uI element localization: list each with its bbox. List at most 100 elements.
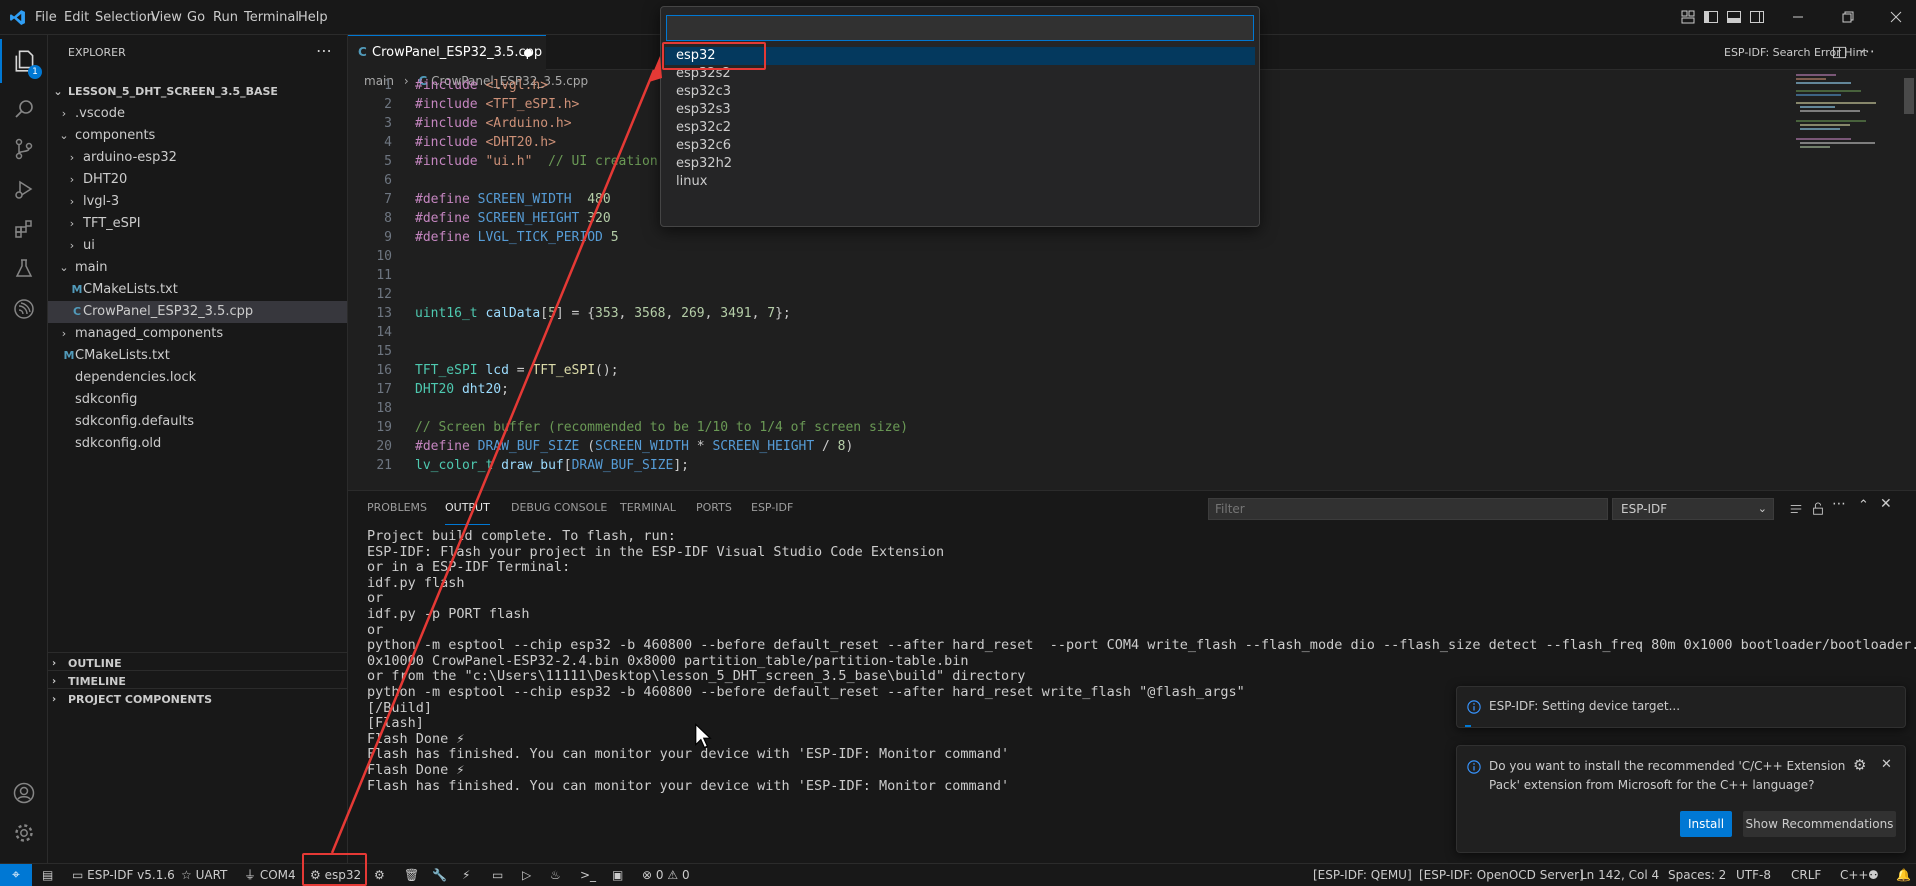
clear-output-icon[interactable]	[1789, 502, 1803, 516]
target-option-esp32c3[interactable]: esp32c3	[665, 83, 1255, 101]
tree-item[interactable]: › TFT_eSPI	[48, 213, 347, 235]
lock-scroll-icon[interactable]	[1811, 502, 1825, 516]
flash-method-item[interactable]: ☆ UART	[181, 864, 227, 886]
notification-gear-icon[interactable]: ⚙	[1853, 756, 1866, 774]
build-wrench-icon[interactable]: 🔧	[432, 864, 447, 886]
target-option-esp32c2[interactable]: esp32c2	[665, 119, 1255, 137]
minimap[interactable]	[1788, 70, 1898, 400]
menu-terminal[interactable]: Terminal	[244, 0, 299, 35]
tree-item[interactable]: sdkconfig.defaults	[48, 411, 347, 433]
menu-go[interactable]: Go	[187, 0, 205, 35]
menu-selection[interactable]: Selection	[95, 0, 155, 35]
problems-item[interactable]: ⊗ 0 ⚠ 0	[642, 864, 690, 886]
editor-scrollbar[interactable]	[1904, 78, 1914, 114]
port-item[interactable]: ⏚ COM4	[244, 864, 296, 886]
indentation-item[interactable]: Spaces: 2	[1668, 864, 1726, 886]
tree-item[interactable]: sdkconfig	[48, 389, 347, 411]
more-actions-icon[interactable]: ⋯	[1860, 35, 1875, 68]
project-folder[interactable]: ⌄ LESSON_5_DHT_SCREEN_3.5_BASE	[48, 81, 347, 103]
tree-item[interactable]: › DHT20	[48, 169, 347, 191]
customize-layout-icon[interactable]	[1680, 9, 1696, 25]
menu-run[interactable]: Run	[213, 0, 238, 35]
tab-problems[interactable]: PROBLEMS	[367, 491, 427, 525]
tree-item[interactable]: dependencies.lock	[48, 367, 347, 389]
toggle-primary-sidebar-icon[interactable]	[1703, 9, 1719, 25]
run-debug-activity[interactable]	[0, 167, 48, 211]
menu-edit[interactable]: Edit	[64, 0, 89, 35]
tree-item[interactable]: › ui	[48, 235, 347, 257]
close-panel-icon[interactable]: ✕	[1880, 496, 1892, 512]
maximize-panel-icon[interactable]: ⌃	[1858, 498, 1869, 513]
cursor-position-item[interactable]: Ln 142, Col 4	[1580, 864, 1659, 886]
tree-item[interactable]: › managed_components	[48, 323, 347, 345]
toggle-secondary-sidebar-icon[interactable]	[1749, 9, 1765, 25]
more-actions-icon[interactable]: ⋯	[316, 35, 332, 70]
manage-activity[interactable]	[0, 811, 48, 855]
copilot-icon[interactable]: ⚉	[1868, 864, 1879, 886]
debug-icon[interactable]: ▷	[522, 864, 531, 886]
install-button[interactable]: Install	[1680, 811, 1732, 837]
encoding-item[interactable]: UTF-8	[1736, 864, 1771, 886]
custom-task-icon[interactable]: ▣	[612, 864, 623, 886]
tab-ports[interactable]: PORTS	[696, 491, 732, 525]
menu-view[interactable]: View	[151, 0, 182, 35]
output-filter-input[interactable]	[1208, 498, 1608, 520]
target-option-linux[interactable]: linux	[665, 173, 1255, 191]
more-actions-icon[interactable]: ⋯	[1832, 496, 1846, 512]
tree-item[interactable]: › lvgl-3	[48, 191, 347, 213]
language-mode-item[interactable]: C++	[1840, 864, 1869, 886]
explorer-activity[interactable]: 1	[0, 39, 48, 83]
source-control-activity[interactable]	[0, 127, 48, 171]
menuconfig-gear-icon[interactable]: ⚙	[374, 864, 385, 886]
toggle-panel-icon[interactable]	[1726, 9, 1742, 25]
openocd-item[interactable]: [ESP-IDF: OpenOCD Server]	[1419, 864, 1584, 886]
menu-file[interactable]: File	[35, 0, 57, 35]
restore-icon[interactable]	[1840, 9, 1856, 25]
tree-item[interactable]: ⌄ main	[48, 257, 347, 279]
unsaved-dot-icon[interactable]	[524, 49, 532, 57]
remote-indicator-icon[interactable]: ⌖	[0, 864, 32, 886]
tree-item[interactable]: › arduino-esp32	[48, 147, 347, 169]
search-activity[interactable]	[0, 87, 48, 131]
close-window-icon[interactable]	[1888, 9, 1904, 25]
full-clean-trash-icon[interactable]: 🗑	[404, 864, 419, 886]
target-option-esp32h2[interactable]: esp32h2	[665, 155, 1255, 173]
split-editor-icon[interactable]	[1832, 45, 1847, 60]
target-option-esp32s3[interactable]: esp32s3	[665, 101, 1255, 119]
tree-item[interactable]: C CrowPanel_ESP32_3.5.cpp	[48, 301, 347, 323]
idf-version-item[interactable]: ▭ ESP-IDF v5.1.6	[72, 864, 175, 886]
target-option-esp32c6[interactable]: esp32c6	[665, 137, 1255, 155]
tab-crowpanel[interactable]: C CrowPanel_ESP32_3.5.cpp	[348, 35, 546, 70]
progress-notification: ESP-IDF: Setting device target...	[1456, 686, 1906, 728]
extensions-activity[interactable]	[0, 207, 48, 251]
quick-pick-input[interactable]	[666, 15, 1254, 41]
tab-terminal[interactable]: TERMINAL	[620, 491, 676, 525]
tree-item[interactable]: › .vscode	[48, 103, 347, 125]
project-components-section[interactable]: › PROJECT COMPONENTS	[48, 688, 347, 710]
info-icon	[1467, 700, 1481, 714]
tab-debug-console[interactable]: DEBUG CONSOLE	[511, 491, 607, 525]
menu-help[interactable]: Help	[298, 0, 328, 35]
testing-activity[interactable]	[0, 247, 48, 291]
tree-item[interactable]: sdkconfig.old	[48, 433, 347, 455]
close-notification-icon[interactable]: ✕	[1881, 757, 1892, 772]
tab-esp-idf[interactable]: ESP-IDF	[751, 491, 793, 525]
tab-output[interactable]: OUTPUT	[445, 491, 490, 525]
show-recommendations-button[interactable]: Show Recommendations	[1743, 811, 1896, 837]
terminal-icon[interactable]: >_	[580, 864, 596, 886]
output-channel-select[interactable]: ESP-IDF ⌄	[1612, 498, 1774, 520]
esp-idf-explorer-icon[interactable]: ▤	[42, 864, 53, 886]
tree-item[interactable]: M CMakeLists.txt	[48, 345, 347, 367]
tree-item[interactable]: ⌄ components	[48, 125, 347, 147]
monitor-icon[interactable]: ▭	[492, 864, 503, 886]
qemu-item[interactable]: [ESP-IDF: QEMU]	[1313, 864, 1412, 886]
eol-item[interactable]: CRLF	[1791, 864, 1821, 886]
build-flash-monitor-fire-icon[interactable]: ♨	[550, 864, 561, 886]
esp-idf-activity[interactable]	[0, 287, 48, 331]
minimize-icon[interactable]	[1790, 9, 1806, 25]
accounts-activity[interactable]	[0, 771, 48, 815]
tree-item[interactable]: M CMakeLists.txt	[48, 279, 347, 301]
cpp-file-icon: C	[358, 45, 367, 59]
notifications-bell-icon[interactable]: 🔔	[1896, 864, 1911, 886]
flash-bolt-icon[interactable]: ⚡	[462, 864, 470, 886]
